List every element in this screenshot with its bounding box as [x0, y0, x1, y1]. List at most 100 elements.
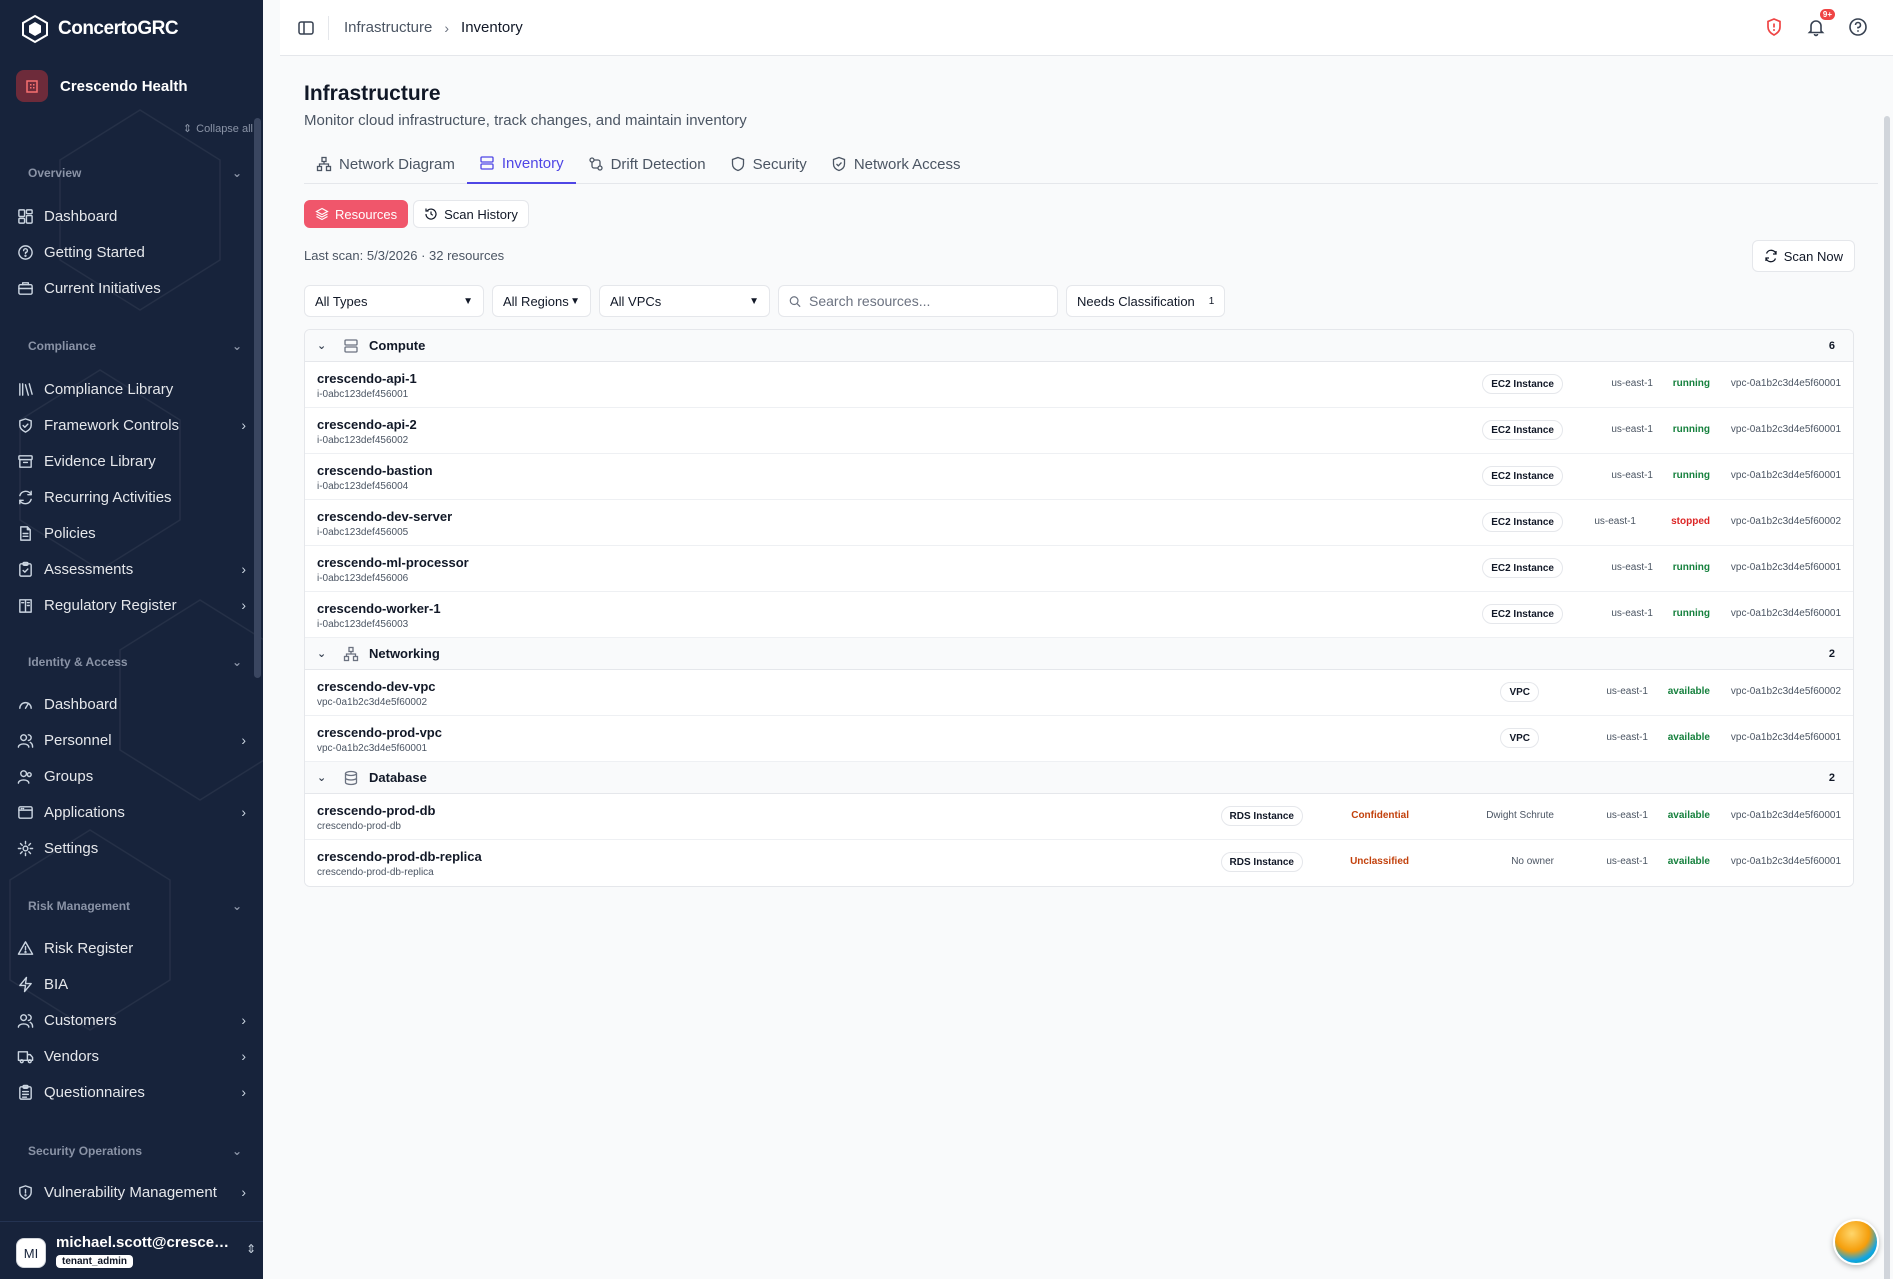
sidebar-item-bia[interactable]: BIA: [16, 968, 246, 1000]
sidebar-item-settings[interactable]: Settings: [16, 832, 246, 864]
table-row[interactable]: crescendo-api-2 i-0abc123def456002 EC2 Ins…: [305, 408, 1853, 454]
sidebar-item-evidence-library[interactable]: Evidence Library: [16, 445, 246, 477]
user-menu[interactable]: MI michael.scott@crescendo tenant_admin …: [0, 1221, 263, 1279]
tab-security[interactable]: Security: [718, 144, 819, 184]
sidebar-item-vulnerability-management[interactable]: Vulnerability Management ›: [16, 1176, 246, 1208]
sidebar-item-dashboard[interactable]: Dashboard: [16, 200, 246, 232]
sidebar-item-policies[interactable]: Policies: [16, 517, 246, 549]
table-row[interactable]: crescendo-prod-db-replica crescendo-prod-…: [305, 840, 1853, 886]
table-row[interactable]: crescendo-worker-1 i-0abc123def456003 EC2 …: [305, 592, 1853, 638]
breadcrumb-inventory: Inventory: [461, 19, 523, 36]
sidebar-item-framework-controls[interactable]: Framework Controls ›: [16, 409, 246, 441]
bell-icon[interactable]: 9+: [1805, 9, 1835, 38]
git-compare-icon: [588, 157, 603, 171]
table-row[interactable]: crescendo-prod-db crescendo-prod-db RDS In…: [305, 794, 1853, 840]
subtab-label: Scan History: [444, 206, 518, 222]
tab-drift-detection[interactable]: Drift Detection: [576, 144, 718, 184]
assistant-avatar-button[interactable]: [1833, 1219, 1879, 1265]
sidebar-item-label: Applications: [44, 803, 125, 821]
collapse-all-label: Collapse all: [196, 122, 253, 135]
vpc-filter-select[interactable]: All VPCs ▼: [599, 285, 770, 317]
resource-id: crescendo-prod-db-replica: [317, 867, 434, 878]
sidebar-section-header[interactable]: Overview ⌄: [28, 166, 242, 180]
resource-id: vpc-0a1b2c3d4e5f60001: [317, 743, 428, 754]
sidebar-scrollbar[interactable]: [254, 118, 261, 678]
brand[interactable]: ConcertoGRC: [20, 14, 179, 44]
group-header-database[interactable]: ⌄ Database 2: [305, 762, 1853, 794]
chevron-down-icon: ▼: [463, 295, 473, 307]
sidebar-item-dashboard[interactable]: Dashboard: [16, 688, 246, 720]
sidebar-section-header[interactable]: Identity & Access ⌄: [28, 655, 242, 669]
group-count: 6: [1828, 339, 1835, 352]
group-header-compute[interactable]: ⌄ Compute 6: [305, 330, 1853, 362]
sidebar-item-groups[interactable]: Groups: [16, 760, 246, 792]
sidebar-item-compliance-library[interactable]: Compliance Library: [16, 373, 246, 405]
sidebar-item-getting-started[interactable]: Getting Started: [16, 236, 246, 268]
table-row[interactable]: crescendo-prod-vpc vpc-0a1b2c3d4e5f60001 V…: [305, 716, 1853, 762]
sidebar-item-risk-register[interactable]: Risk Register: [16, 932, 246, 964]
table-row[interactable]: crescendo-bastion i-0abc123def456004 EC2 I…: [305, 454, 1853, 500]
avatar: MI: [16, 1238, 46, 1268]
sidebar-section-header[interactable]: Security Operations ⌄: [28, 1144, 242, 1158]
status-label: stopped: [1671, 516, 1710, 527]
tab-label: Inventory: [501, 154, 564, 172]
sidebar-section-title: Identity & Access: [28, 655, 128, 669]
search-input[interactable]: [809, 293, 1047, 309]
file-text-icon: [16, 524, 34, 542]
sidebar-item-vendors[interactable]: Vendors ›: [16, 1040, 246, 1072]
table-row[interactable]: crescendo-dev-vpc vpc-0a1b2c3d4e5f60002 VP…: [305, 670, 1853, 716]
subtab-resources[interactable]: Resources: [304, 200, 409, 228]
sidebar-item-assessments[interactable]: Assessments ›: [16, 553, 246, 585]
sidebar-item-customers[interactable]: Customers ›: [16, 1004, 246, 1036]
main-scrollbar[interactable]: [1884, 116, 1890, 1279]
sidebar-item-current-initiatives[interactable]: Current Initiatives: [16, 272, 246, 304]
chevron-right-icon: ›: [241, 417, 246, 433]
chevron-down-icon: ⌄: [231, 655, 242, 669]
scan-now-button[interactable]: Scan Now: [1751, 240, 1855, 272]
subtab-scan-history[interactable]: Scan History: [413, 200, 529, 228]
sidebar-item-applications[interactable]: Applications ›: [16, 796, 246, 828]
tab-label: Drift Detection: [610, 155, 706, 173]
tab-network-diagram[interactable]: Network Diagram: [304, 144, 467, 184]
sidebar-section-header[interactable]: Compliance ⌄: [28, 339, 242, 353]
chevron-down-icon: ⌄: [317, 648, 327, 660]
group-header-networking[interactable]: ⌄ Networking 2: [305, 638, 1853, 670]
vpc-id-label: vpc-0a1b2c3d4e5f60002: [1730, 686, 1841, 697]
shield-alert-icon[interactable]: [1763, 16, 1785, 38]
region-label: us-east-1: [1606, 732, 1648, 743]
status-label: available: [1667, 856, 1710, 867]
table-row[interactable]: crescendo-dev-server i-0abc123def456005 EC…: [305, 500, 1853, 546]
tab-network-access[interactable]: Network Access: [819, 144, 973, 184]
sidebar-item-label: Recurring Activities: [44, 488, 172, 506]
vpc-id-label: vpc-0a1b2c3d4e5f60001: [1730, 470, 1841, 481]
users-icon: [16, 731, 34, 749]
sidebar-section-header[interactable]: Risk Management ⌄: [28, 899, 242, 913]
table-row[interactable]: crescendo-api-1 i-0abc123def456001 EC2 Ins…: [305, 362, 1853, 408]
collapse-all-button[interactable]: ⇕ Collapse all: [183, 122, 253, 136]
sidebar-item-recurring-activities[interactable]: Recurring Activities: [16, 481, 246, 513]
tab-label: Network Diagram: [339, 155, 455, 173]
sidebar-item-questionnaires[interactable]: Questionnaires ›: [16, 1076, 246, 1108]
help-circle-icon[interactable]: [1847, 16, 1869, 38]
sidebar-item-label: Vulnerability Management: [44, 1183, 217, 1201]
breadcrumb-infrastructure[interactable]: Infrastructure: [344, 19, 432, 36]
type-filter-select[interactable]: All Types ▼: [304, 285, 484, 317]
sidebar-item-personnel[interactable]: Personnel ›: [16, 724, 246, 756]
needs-classification-button[interactable]: Needs Classification 1: [1066, 285, 1226, 317]
group-count: 2: [1828, 771, 1835, 784]
page-title: Infrastructure: [304, 82, 441, 105]
filter-bar: All Types ▼ All Regions ▼ All VPCs ▼ Nee…: [304, 285, 1226, 317]
region-filter-select[interactable]: All Regions ▼: [492, 285, 591, 317]
tenant-switcher[interactable]: Crescendo Health: [16, 70, 188, 102]
table-row[interactable]: crescendo-ml-processor i-0abc123def456006…: [305, 546, 1853, 592]
owner-label: Dwight Schrute: [1486, 810, 1554, 821]
sidebar-toggle-icon[interactable]: [296, 18, 316, 38]
tab-inventory[interactable]: Inventory: [466, 144, 576, 184]
breadcrumb: Infrastructure › Inventory: [344, 19, 523, 36]
sidebar-item-regulatory-register[interactable]: Regulatory Register ›: [16, 589, 246, 621]
chevron-right-icon: ›: [241, 1012, 246, 1028]
resource-type-badge: EC2 Instance: [1482, 604, 1563, 624]
resource-type-badge: EC2 Instance: [1482, 466, 1563, 486]
sidebar-item-label: Customers: [44, 1011, 117, 1029]
zap-icon: [16, 975, 34, 993]
